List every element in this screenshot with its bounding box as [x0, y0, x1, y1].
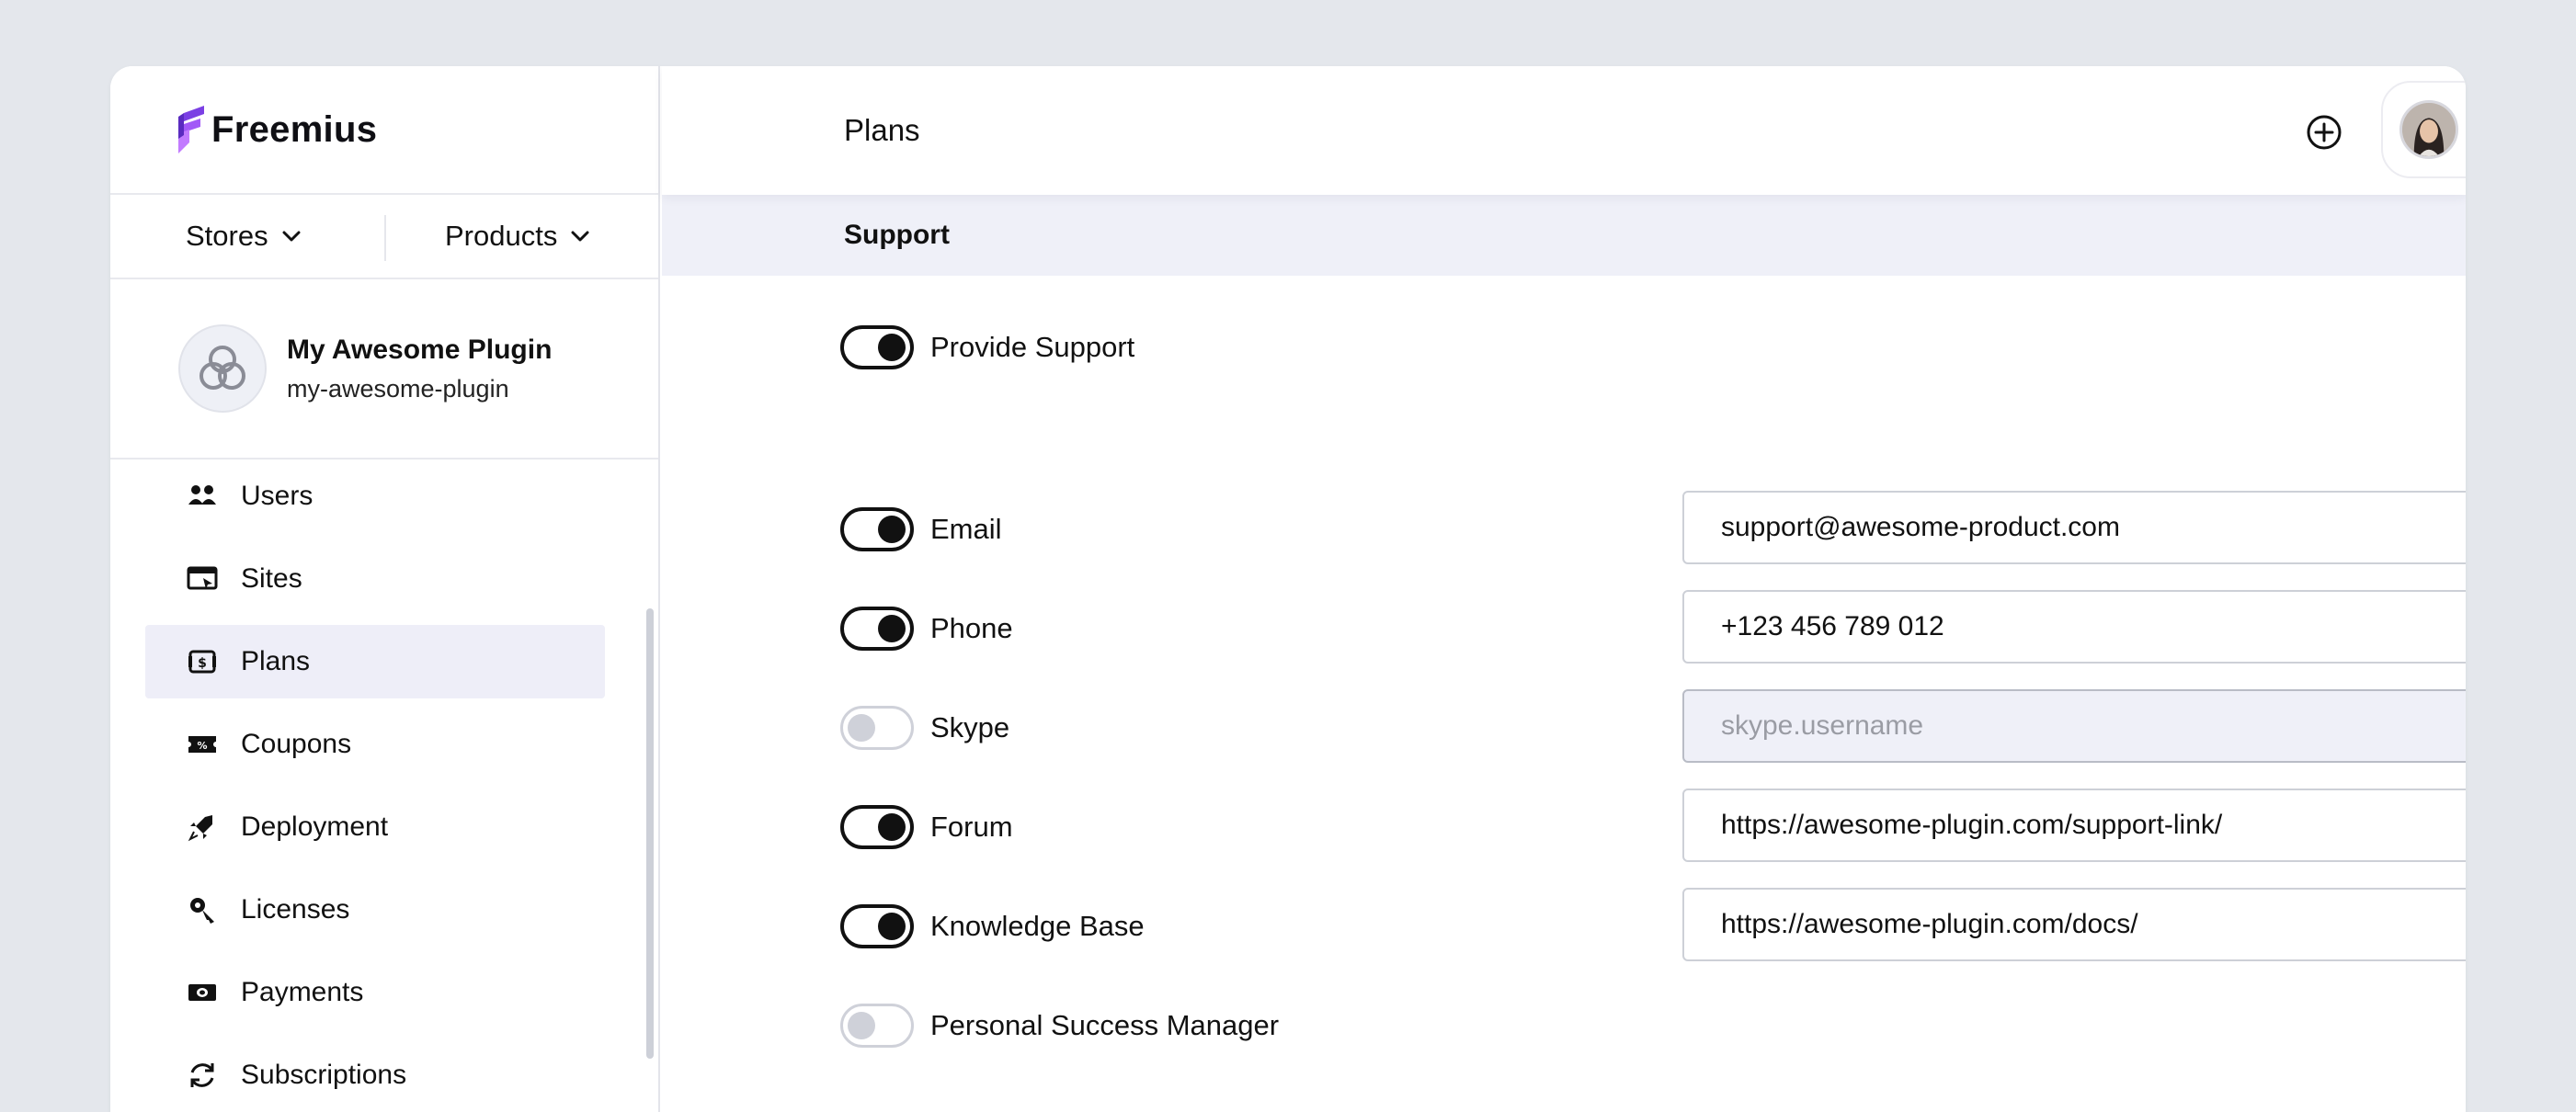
stores-label: Stores [186, 220, 268, 252]
sidebar-scrollbar[interactable] [646, 608, 654, 1059]
store-product-switcher: Stores Products [110, 195, 658, 279]
svg-text:%: % [197, 740, 207, 752]
sidebar-item-payments[interactable]: Payments [145, 956, 605, 1029]
phone-toggle[interactable] [840, 607, 914, 651]
sidebar: Freemius Stores Products My Awesome Plug… [110, 66, 660, 1112]
provide-support-row: Provide Support [840, 323, 1134, 371]
app-window: Freemius Stores Products My Awesome Plug… [110, 66, 2466, 1112]
chevron-down-icon [282, 231, 301, 242]
products-dropdown[interactable]: Products [445, 220, 590, 253]
sidebar-item-users[interactable]: Users [145, 460, 605, 533]
sidebar-item-deployment[interactable]: Deployment [145, 790, 605, 864]
sidebar-item-licenses[interactable]: Licenses [145, 873, 605, 947]
main-content: Plans Support Provide Support Email supp… [662, 66, 2466, 1112]
skype-field[interactable] [1682, 689, 2466, 763]
svg-text:$: $ [198, 656, 207, 671]
sites-icon [186, 562, 219, 596]
email-toggle[interactable] [840, 507, 914, 551]
forum-url-field[interactable] [1682, 789, 2466, 862]
sidebar-item-label: Licenses [241, 894, 350, 925]
skype-label: Skype [930, 711, 1010, 743]
forum-label: Forum [930, 811, 1013, 843]
product-name: My Awesome Plugin [287, 334, 553, 365]
sidebar-item-label: Deployment [241, 811, 389, 842]
phone-row: Phone [840, 605, 1013, 652]
key-icon [186, 893, 219, 926]
sidebar-item-coupons[interactable]: % Coupons [145, 708, 605, 781]
users-icon [186, 480, 219, 513]
sidebar-item-label: Payments [241, 977, 364, 1007]
phone-label: Phone [930, 612, 1013, 644]
subscriptions-icon [186, 1059, 219, 1092]
page-title: Plans [844, 113, 920, 147]
sidebar-item-plans[interactable]: $ Plans [145, 625, 605, 698]
sidebar-item-label: Sites [241, 563, 302, 594]
product-info: My Awesome Plugin my-awesome-plugin [287, 335, 552, 403]
product-slug: my-awesome-plugin [287, 374, 509, 403]
provide-support-toggle[interactable] [840, 325, 914, 369]
avatar [2399, 100, 2458, 159]
personal-success-manager-toggle[interactable] [840, 1004, 914, 1048]
email-field[interactable] [1682, 491, 2466, 564]
switcher-divider [384, 215, 386, 261]
personal-success-manager-row: Personal Success Manager [840, 1002, 1279, 1050]
sidebar-item-label: Plans [241, 646, 311, 676]
knowledge-base-url-field[interactable] [1682, 888, 2466, 961]
knowledge-base-row: Knowledge Base [840, 902, 1145, 950]
chevron-down-icon [571, 231, 589, 242]
sidebar-item-label: Users [241, 481, 313, 511]
sidebar-item-label: Coupons [241, 729, 352, 759]
phone-field[interactable] [1682, 590, 2466, 664]
sidebar-item-subscriptions[interactable]: Subscriptions [145, 1038, 605, 1112]
top-bar: Plans [662, 66, 2466, 195]
sidebar-item-label: Subscriptions [241, 1060, 407, 1090]
freemius-logo-icon [178, 106, 204, 153]
sidebar-nav: Users Sites $ Plans % Coupons Deployment… [110, 460, 658, 1112]
product-card[interactable]: My Awesome Plugin my-awesome-plugin [110, 279, 658, 460]
sidebar-item-sites[interactable]: Sites [145, 542, 605, 616]
product-logo-icon [199, 346, 245, 390]
products-label: Products [445, 220, 558, 252]
deployment-icon [186, 811, 219, 844]
forum-toggle[interactable] [840, 805, 914, 849]
add-circle-icon[interactable] [2306, 114, 2342, 151]
brand-name: Freemius [211, 108, 378, 150]
personal-success-manager-label: Personal Success Manager [930, 1009, 1280, 1041]
product-avatar [178, 324, 267, 413]
plans-icon: $ [186, 645, 219, 678]
skype-toggle[interactable] [840, 706, 914, 750]
skype-row: Skype [840, 704, 1009, 752]
user-menu-button[interactable] [2381, 81, 2466, 178]
knowledge-base-toggle[interactable] [840, 904, 914, 948]
email-row: Email [840, 505, 1002, 553]
provide-support-label: Provide Support [930, 331, 1135, 363]
payments-icon [186, 976, 219, 1009]
stores-dropdown[interactable]: Stores [186, 220, 302, 253]
coupons-icon: % [186, 728, 219, 761]
section-header: Support [662, 195, 2466, 276]
knowledge-base-label: Knowledge Base [930, 910, 1145, 942]
forum-row: Forum [840, 803, 1013, 851]
email-label: Email [930, 513, 1002, 545]
brand[interactable]: Freemius [110, 66, 658, 195]
